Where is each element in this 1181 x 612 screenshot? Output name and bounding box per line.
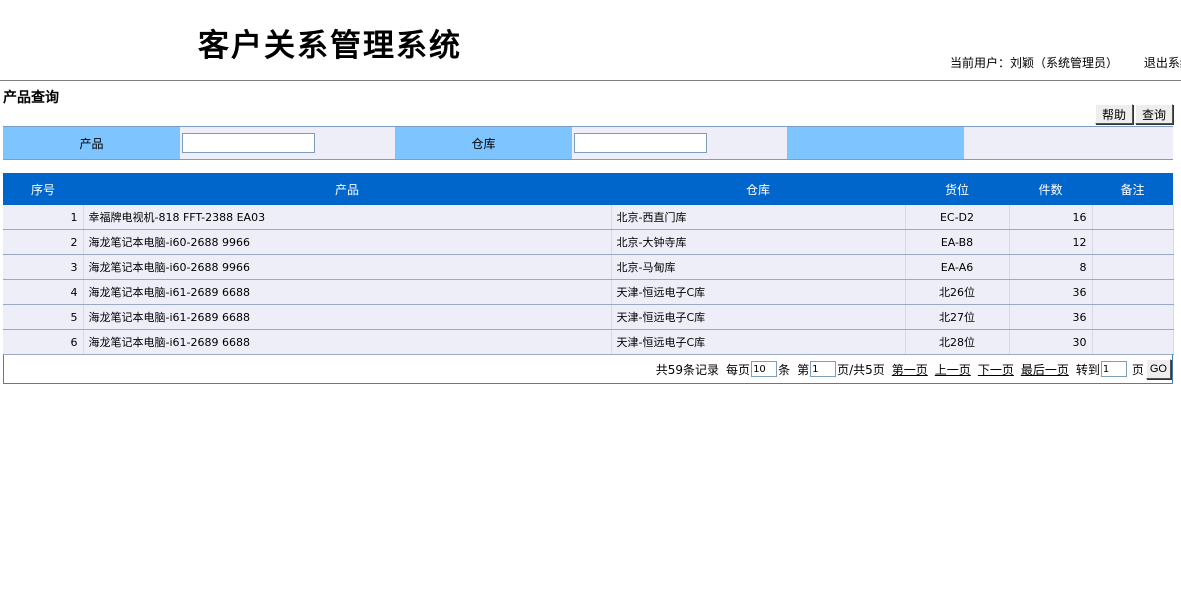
- cell-index: 6: [3, 329, 84, 355]
- product-table: 序号 产品 仓库 货位 件数 备注 1 幸福牌电视机-818 FFT-2388 …: [3, 173, 1174, 355]
- help-button[interactable]: 帮助: [1094, 104, 1133, 124]
- logout-link[interactable]: 退出系统: [1144, 56, 1181, 70]
- col-header-remark[interactable]: 备注: [1092, 173, 1173, 205]
- cell-count: 12: [1009, 229, 1093, 255]
- warehouse-field-cell: [572, 127, 787, 159]
- cell-remark: [1092, 329, 1174, 355]
- cell-product: 海龙笔记本电脑-i61-2689 6688: [83, 329, 612, 355]
- cell-count: 16: [1009, 205, 1093, 230]
- table-header-row: 序号 产品 仓库 货位 件数 备注: [3, 173, 1173, 205]
- cell-index: 2: [3, 229, 84, 255]
- cell-index: 3: [3, 254, 84, 280]
- pager-per-page-suffix: 条: [778, 362, 791, 377]
- table-row[interactable]: 4 海龙笔记本电脑-i61-2689 6688 天津-恒远电子C库 北26位 3…: [3, 279, 1174, 305]
- go-button[interactable]: GO: [1145, 359, 1171, 379]
- next-page-link[interactable]: 下一页: [978, 361, 1014, 378]
- cell-warehouse: 天津-恒远电子C库: [611, 279, 906, 305]
- cell-count: 8: [1009, 254, 1093, 280]
- cell-index: 5: [3, 304, 84, 330]
- cell-warehouse: 天津-恒远电子C库: [611, 304, 906, 330]
- table-row[interactable]: 2 海龙笔记本电脑-i60-2688 9966 北京-大钟寺库 EA-B8 12: [3, 229, 1174, 255]
- table-row[interactable]: 1 幸福牌电视机-818 FFT-2388 EA03 北京-西直门库 EC-D2…: [3, 205, 1174, 230]
- cell-product: 海龙笔记本电脑-i61-2689 6688: [83, 304, 612, 330]
- cell-count: 36: [1009, 304, 1093, 330]
- query-button[interactable]: 查询: [1134, 104, 1173, 124]
- first-page-link[interactable]: 第一页: [892, 361, 928, 378]
- current-user-label: 当前用户：刘颖（系统管理员）: [950, 56, 1119, 70]
- product-field-cell: [180, 127, 395, 159]
- app-title: 客户关系管理系统: [198, 28, 462, 64]
- pager-per-page-prefix: 每页: [726, 362, 751, 377]
- warehouse-label: 仓库: [395, 127, 572, 159]
- pager: 共59条记录 每页 条 第 页/共5页 第一页 上一页 下一页 最后一页 转到 …: [3, 354, 1173, 384]
- table-row[interactable]: 5 海龙笔记本电脑-i61-2689 6688 天津-恒远电子C库 北27位 3…: [3, 304, 1174, 330]
- search-panel: 产品 仓库: [3, 126, 1173, 160]
- pager-page-prefix: 第: [797, 362, 810, 377]
- col-header-count[interactable]: 件数: [1009, 173, 1092, 205]
- cell-warehouse: 北京-西直门库: [611, 205, 906, 230]
- cell-warehouse: 北京-大钟寺库: [611, 229, 906, 255]
- empty-field-cell: [964, 127, 1173, 159]
- cell-product: 海龙笔记本电脑-i61-2689 6688: [83, 279, 612, 305]
- page-title: 产品查询: [3, 90, 59, 106]
- cell-index: 1: [3, 205, 84, 230]
- product-input[interactable]: [182, 133, 315, 153]
- pager-goto-suffix: 页: [1131, 362, 1144, 377]
- last-page-link[interactable]: 最后一页: [1021, 361, 1069, 378]
- cell-count: 30: [1009, 329, 1093, 355]
- table-row[interactable]: 6 海龙笔记本电脑-i61-2689 6688 天津-恒远电子C库 北28位 3…: [3, 329, 1174, 355]
- prev-page-link[interactable]: 上一页: [935, 361, 971, 378]
- cell-location: 北26位: [905, 279, 1010, 305]
- cell-remark: [1092, 279, 1174, 305]
- cell-warehouse: 天津-恒远电子C库: [611, 329, 906, 355]
- cell-remark: [1092, 205, 1174, 230]
- cell-location: EC-D2: [905, 205, 1010, 230]
- cell-remark: [1092, 254, 1174, 280]
- cell-warehouse: 北京-马甸库: [611, 254, 906, 280]
- cell-index: 4: [3, 279, 84, 305]
- cell-count: 36: [1009, 279, 1093, 305]
- goto-page-input[interactable]: [1100, 361, 1127, 377]
- cell-product: 海龙笔记本电脑-i60-2688 9966: [83, 254, 612, 280]
- pager-goto-prefix: 转到: [1075, 362, 1100, 377]
- cell-product: 幸福牌电视机-818 FFT-2388 EA03: [83, 205, 612, 230]
- header: 客户关系管理系统 当前用户：刘颖（系统管理员） 退出系统: [0, 0, 1181, 81]
- empty-label-cell: [787, 127, 964, 159]
- toolbar: 帮助 查询: [1094, 104, 1173, 124]
- table-row[interactable]: 3 海龙笔记本电脑-i60-2688 9966 北京-马甸库 EA-A6 8: [3, 254, 1174, 280]
- pager-total: 共59条记录: [655, 362, 720, 377]
- cell-location: 北27位: [905, 304, 1010, 330]
- cell-remark: [1092, 304, 1174, 330]
- cell-product: 海龙笔记本电脑-i60-2688 9966: [83, 229, 612, 255]
- cell-remark: [1092, 229, 1174, 255]
- page-input[interactable]: [810, 361, 837, 377]
- product-label: 产品: [3, 127, 180, 159]
- col-header-index[interactable]: 序号: [3, 173, 83, 205]
- cell-location: 北28位: [905, 329, 1010, 355]
- user-bar: 当前用户：刘颖（系统管理员） 退出系统: [950, 54, 1181, 71]
- pager-page-suffix: 页/共5页: [837, 362, 885, 377]
- col-header-location[interactable]: 货位: [905, 173, 1009, 205]
- per-page-input[interactable]: [751, 361, 778, 377]
- cell-location: EA-B8: [905, 229, 1010, 255]
- warehouse-input[interactable]: [574, 133, 707, 153]
- col-header-warehouse[interactable]: 仓库: [611, 173, 905, 205]
- cell-location: EA-A6: [905, 254, 1010, 280]
- col-header-product[interactable]: 产品: [83, 173, 611, 205]
